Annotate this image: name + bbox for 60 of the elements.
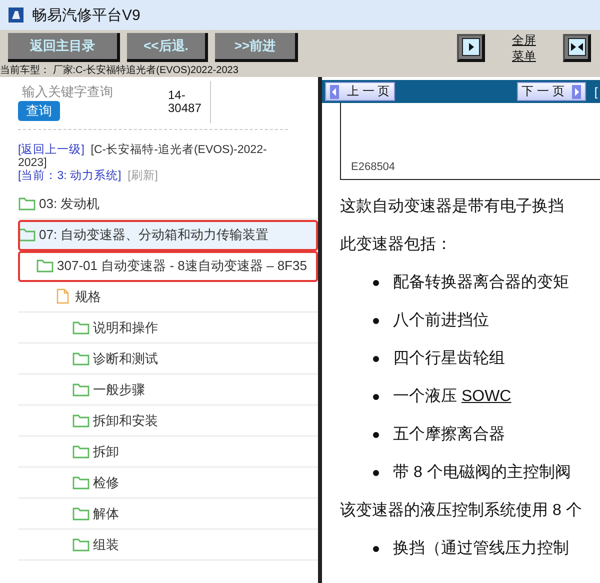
fullscreen-menu-link[interactable]: 全屏 菜单 [512, 32, 536, 64]
folder-icon [72, 505, 90, 522]
term-link[interactable]: SOWC [461, 388, 512, 405]
bullet-icon [373, 280, 379, 286]
folder-icon [18, 226, 36, 243]
list-item: 配备转换器离合器的变矩 [393, 272, 569, 293]
breadcrumb-path: [返回上一级] [C-长安福特-追光者(EVOS)-2022-2023] [18, 144, 267, 169]
paragraph: 此变速器包括： [340, 234, 453, 255]
nav-edge-text: [ [594, 84, 598, 98]
list-item: 五个摩擦离合器 [393, 424, 505, 445]
folder-icon [72, 443, 90, 460]
tree-item[interactable]: 检修 [18, 468, 318, 499]
folder-icon [72, 474, 90, 491]
window-title: 畅易汽修平台V9 [32, 6, 140, 24]
collapse-button[interactable] [563, 34, 591, 62]
search-button[interactable]: 查询 [18, 101, 60, 121]
folder-icon [72, 536, 90, 553]
previous-page-button[interactable]: 上 一 页 [325, 82, 395, 101]
arrow-right-icon [572, 84, 582, 98]
paragraph: 这款自动变速器是带有电子换挡 [340, 196, 565, 217]
list-item: 四个行星齿轮组 [393, 348, 505, 369]
tree-item[interactable]: 规格 [18, 282, 318, 313]
tree-item[interactable]: 说明和操作 [18, 313, 318, 344]
next-page-button[interactable]: 下 一 页 [516, 82, 586, 101]
tree-item[interactable]: 拆卸 [18, 437, 318, 468]
bullet-icon [373, 432, 379, 438]
tree-item[interactable]: 07: 自动变速器、分动箱和动力传输装置 [18, 220, 318, 251]
tree-item[interactable]: 诊断和测试 [18, 344, 318, 375]
arrows-inward-icon [568, 38, 586, 56]
code-text: 14-30487 [168, 81, 211, 123]
bullet-icon [373, 356, 379, 362]
figure-caption: E268504 [351, 161, 396, 173]
bullet-icon [373, 546, 379, 552]
expand-button[interactable] [457, 34, 485, 62]
folder-icon [18, 195, 36, 212]
tree-item[interactable]: 307-01 自动变速器 - 8速自动变速器 – 8F35 [18, 251, 318, 282]
list-item: 带 8 个电磁阀的主控制阀 [393, 462, 571, 483]
arrow-right-icon [462, 38, 480, 56]
search-field[interactable]: 输入关键字查询 [18, 81, 142, 99]
folder-icon [72, 319, 90, 336]
bullet-icon [373, 318, 379, 324]
paragraph: 该变速器的液压控制系统使用 8 个 [340, 500, 583, 521]
folder-icon [72, 381, 90, 398]
tree-item[interactable]: 一般步骤 [18, 375, 318, 406]
tree-item[interactable]: 组装 [18, 530, 318, 561]
list-item: 换挡（通过管线压力控制 [393, 538, 569, 559]
folder-icon [72, 350, 90, 367]
tree-item[interactable]: 拆卸和安装 [18, 406, 318, 437]
app-icon [8, 7, 24, 23]
bullet-icon [373, 470, 379, 476]
folder-icon [36, 257, 54, 274]
bullet-icon [373, 394, 379, 400]
current-category-link[interactable]: [当前：3: 动力系统] [18, 170, 122, 182]
folder-icon [72, 412, 90, 429]
current-vehicle: 当前车型： 厂家:C-长安福特追光者(EVOS)2022-2023 [0, 65, 240, 77]
arrow-left-icon [330, 84, 339, 98]
list-item: 八个前进挡位 [393, 310, 489, 331]
back-link[interactable]: [返回上一级] [18, 144, 84, 156]
list-item: 一个液压 SOWC [393, 386, 512, 407]
tree-item[interactable]: 解体 [18, 499, 318, 530]
